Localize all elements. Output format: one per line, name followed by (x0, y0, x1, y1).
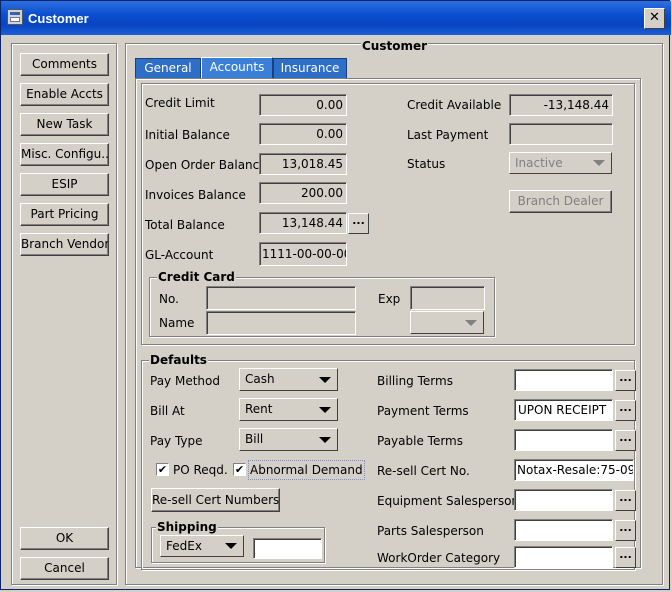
shipping-title: Shipping (156, 520, 218, 534)
credit-card-name-field[interactable] (206, 311, 356, 335)
bill-at-value: Rent (245, 402, 273, 416)
chevron-down-icon (225, 543, 237, 549)
billing-terms-field[interactable] (514, 369, 613, 391)
part-pricing-button[interactable]: Part Pricing (20, 203, 109, 226)
total-balance-ellipsis-button[interactable]: ... (348, 213, 369, 234)
pay-method-value: Cash (245, 372, 275, 386)
resell-cert-numbers-button[interactable]: Re-sell Cert Numbers (151, 488, 280, 512)
shipping-value: FedEx (166, 539, 202, 553)
parts-salesperson-label: Parts Salesperson (377, 524, 484, 538)
credit-card-name-label: Name (159, 316, 195, 330)
credit-card-title: Credit Card (157, 270, 236, 284)
credit-card-no-field[interactable] (206, 286, 356, 310)
equipment-salesperson-label: Equipment Salesperson (377, 494, 520, 508)
last-payment-field (509, 123, 613, 145)
invoices-balance-label: Invoices Balance (145, 188, 246, 202)
pay-method-label: Pay Method (150, 374, 220, 388)
parts-salesperson-field[interactable] (514, 519, 613, 541)
chevron-down-icon (593, 160, 605, 166)
chevron-down-icon (319, 436, 331, 443)
total-balance-label: Total Balance (145, 218, 225, 232)
total-balance-field: 13,148.44 (259, 212, 347, 234)
pay-type-label: Pay Type (150, 434, 203, 448)
left-button-panel: Comments Enable Accts New Task Misc. Con… (11, 43, 117, 585)
new-task-button[interactable]: New Task (20, 113, 109, 136)
equipment-salesperson-ellipsis-button[interactable]: ... (615, 490, 636, 511)
shipping-select[interactable]: FedEx (160, 535, 244, 557)
pay-type-value: Bill (245, 432, 264, 446)
credit-limit-label: Credit Limit (145, 96, 215, 110)
workorder-category-field[interactable] (514, 546, 613, 568)
initial-balance-field: 0.00 (259, 123, 347, 145)
last-payment-label: Last Payment (407, 128, 489, 142)
credit-card-exp-label: Exp (378, 292, 401, 306)
status-label: Status (407, 157, 446, 171)
credit-card-exp-select[interactable] (410, 311, 484, 334)
po-reqd-checkbox[interactable]: ✔ (156, 463, 169, 476)
open-order-balance-label: Open Order Balance (145, 158, 267, 172)
workorder-category-label: WorkOrder Category (377, 551, 501, 565)
resell-cert-no-field[interactable]: Notax-Resale:75-099 (514, 459, 634, 481)
credit-limit-field: 0.00 (259, 94, 347, 116)
credit-card-no-label: No. (159, 292, 179, 306)
window-title: Customer (28, 11, 89, 26)
equipment-salesperson-field[interactable] (514, 489, 613, 511)
chevron-down-icon (319, 406, 331, 413)
abnormal-demand-label: Abnormal Demand (248, 460, 365, 480)
title-bar[interactable]: Customer ✕ (1, 1, 671, 35)
pay-method-select[interactable]: Cash (239, 368, 338, 391)
chevron-down-icon (465, 319, 477, 326)
billing-terms-ellipsis-button[interactable]: ... (615, 370, 636, 391)
workorder-category-ellipsis-button[interactable]: ... (615, 547, 636, 568)
close-button[interactable]: ✕ (644, 8, 665, 29)
payment-terms-ellipsis-button[interactable]: ... (615, 400, 636, 421)
invoices-balance-field: 200.00 (259, 182, 347, 204)
branch-dealer-button[interactable]: Branch Dealer (509, 190, 612, 213)
chevron-down-icon (319, 376, 331, 383)
enable-accts-button[interactable]: Enable Accts (20, 83, 109, 106)
customer-window: Customer ✕ Comments Enable Accts New Tas… (0, 0, 671, 590)
open-order-balance-field: 13,018.45 (259, 153, 347, 175)
billing-terms-label: Billing Terms (377, 374, 453, 388)
pay-type-select[interactable]: Bill (239, 428, 338, 451)
gl-account-label: GL-Account (145, 248, 214, 262)
po-reqd-label: PO Reqd. (173, 463, 228, 477)
esip-button[interactable]: ESIP (20, 173, 109, 196)
status-value: Inactive (515, 156, 563, 170)
window-app-icon (7, 9, 23, 25)
status-select[interactable]: Inactive (509, 152, 612, 174)
cancel-button[interactable]: Cancel (20, 557, 109, 580)
comments-button[interactable]: Comments (20, 53, 109, 76)
misc-configuration-button[interactable]: Misc. Configu... (20, 143, 109, 166)
bill-at-label: Bill At (150, 404, 185, 418)
branch-vendor-button[interactable]: Branch Vendor (20, 233, 109, 256)
close-icon: ✕ (649, 10, 660, 25)
credit-card-exp-field[interactable] (410, 286, 485, 310)
payable-terms-ellipsis-button[interactable]: ... (615, 430, 636, 451)
tab-insurance[interactable]: Insurance (273, 58, 347, 78)
ok-button[interactable]: OK (20, 527, 109, 550)
tab-accounts[interactable]: Accounts (201, 57, 273, 78)
abnormal-demand-checkbox[interactable]: ✔ (233, 463, 246, 476)
credit-available-field: -13,148.44 (509, 94, 613, 116)
payable-terms-field[interactable] (514, 429, 613, 451)
shipping-text-field[interactable] (253, 538, 322, 559)
defaults-title: Defaults (149, 353, 208, 367)
credit-available-label: Credit Available (407, 98, 502, 112)
bill-at-select[interactable]: Rent (239, 398, 338, 421)
payable-terms-label: Payable Terms (377, 434, 463, 448)
gl-account-field[interactable]: 1111-00-00-00- (259, 242, 347, 266)
payment-terms-label: Payment Terms (377, 404, 469, 418)
resell-cert-no-label: Re-sell Cert No. (377, 464, 470, 478)
payment-terms-field[interactable]: UPON RECEIPT (514, 399, 613, 421)
parts-salesperson-ellipsis-button[interactable]: ... (615, 520, 636, 541)
tab-general[interactable]: General (135, 58, 201, 78)
initial-balance-label: Initial Balance (145, 128, 230, 142)
form-title: Customer (361, 39, 429, 53)
